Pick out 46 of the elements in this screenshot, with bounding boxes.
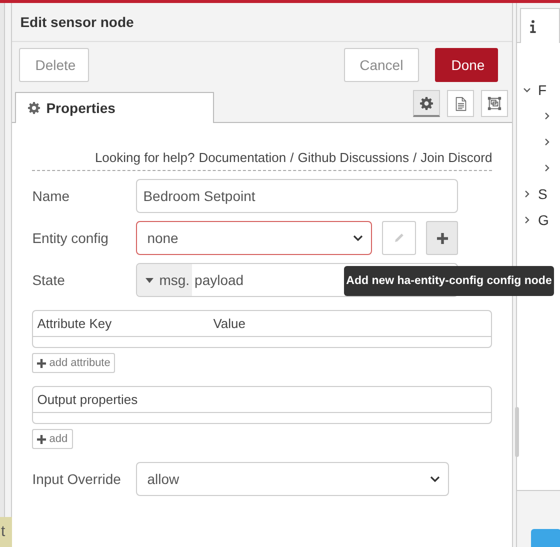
list-header: Output properties (37, 392, 138, 407)
column-header: Value (213, 316, 246, 331)
help-link[interactable]: Github Discussions (298, 150, 410, 165)
tree-item[interactable]: G (517, 207, 560, 233)
settings-icon[interactable] (413, 90, 440, 117)
field-label: Name (32, 188, 71, 204)
field-label: Input Override (32, 471, 122, 487)
column-header: Attribute Key (37, 316, 113, 331)
tree-item[interactable]: S (517, 181, 560, 207)
chevron-down-icon (353, 235, 364, 241)
dialog-button[interactable]: Cancel (344, 48, 420, 82)
node-label[interactable]: t (0, 517, 12, 547)
chevron-icon[interactable] (543, 112, 551, 120)
help-text: Looking for help? (94, 150, 195, 165)
plus-icon (37, 434, 46, 444)
tree-item[interactable]: F (517, 77, 560, 103)
field-label: State (32, 272, 66, 288)
plus-icon (436, 232, 448, 244)
dialog-button[interactable]: Delete (19, 48, 90, 82)
help-link[interactable]: Join Discord (420, 150, 492, 165)
caret-icon (145, 278, 154, 282)
add-config-button[interactable] (426, 221, 458, 255)
done-button[interactable]: Done (435, 48, 498, 82)
field-label: Entity config (32, 230, 110, 246)
add-attribute-button[interactable]: add attribute (32, 353, 116, 373)
chevron-icon[interactable] (543, 138, 551, 146)
chevron-down-icon (430, 476, 440, 482)
tooltip: Add new ha-entity-config config node (344, 266, 554, 296)
chevron-icon[interactable] (543, 164, 551, 172)
frame-icon[interactable] (481, 90, 508, 117)
dialog-title: Edit sensor node (20, 14, 134, 30)
plus-icon (37, 358, 46, 368)
separator-text: / (290, 150, 294, 165)
info-tab[interactable] (520, 8, 560, 43)
pencil-icon (393, 232, 406, 244)
info-icon (530, 20, 536, 32)
name-input[interactable]: Bedroom Setpoint (136, 179, 458, 213)
add-button[interactable]: add (32, 429, 73, 449)
properties-tab[interactable]: Properties (15, 92, 214, 123)
scrollbar-thumb[interactable] (515, 407, 520, 457)
entity-config-select[interactable]: none (136, 221, 372, 255)
input-override-select[interactable]: allow (136, 462, 450, 496)
gear-icon (28, 102, 40, 114)
document-icon[interactable] (447, 90, 474, 117)
help-link[interactable]: Documentation (198, 150, 286, 165)
separator-text: / (413, 150, 417, 165)
